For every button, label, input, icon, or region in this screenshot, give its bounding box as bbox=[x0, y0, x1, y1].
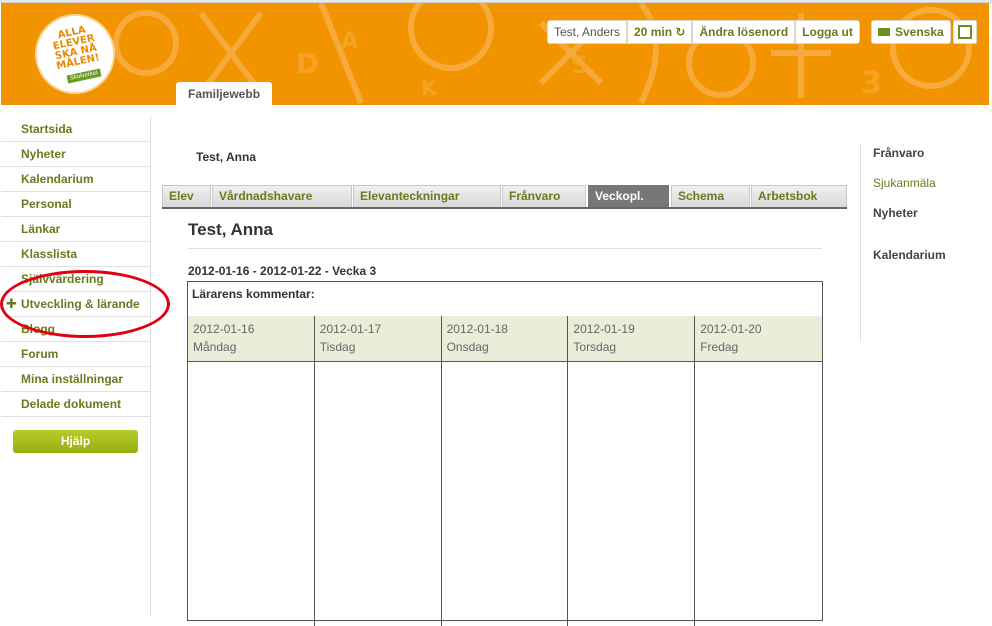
svg-text:S: S bbox=[571, 51, 588, 79]
tab-elev[interactable]: Elev bbox=[162, 185, 211, 207]
user-name-button[interactable]: Test, Anders bbox=[547, 20, 628, 44]
square-icon bbox=[958, 25, 972, 39]
day-column: 2012-01-18 Onsdag bbox=[441, 316, 569, 626]
language-label: Svenska bbox=[895, 25, 944, 39]
sidebar-item-startsida[interactable]: Startsida bbox=[1, 117, 150, 142]
page-title: Test, Anna bbox=[188, 220, 274, 239]
sidebar-item-label: Utveckling & lärande bbox=[21, 297, 140, 311]
svg-text:K: K bbox=[421, 76, 438, 100]
sidebar-item-kalendarium[interactable]: Kalendarium bbox=[1, 167, 150, 192]
logo[interactable]: ALLA ELEVER SKA NÅ MÅLEN! Skolverket bbox=[37, 16, 113, 92]
expand-plus-icon[interactable]: ✚ bbox=[6, 292, 17, 316]
day-name: Onsdag bbox=[446, 340, 489, 354]
header-letter-pattern: D A K S 5 3 Q bbox=[113, 3, 972, 105]
svg-text:3: 3 bbox=[861, 66, 882, 101]
day-column: 2012-01-16 Måndag bbox=[188, 316, 315, 626]
days-row: 2012-01-16 Måndag 2012-01-17 Tisdag 2012… bbox=[188, 316, 822, 626]
tab-veckoplanering[interactable]: Veckopl. bbox=[588, 185, 669, 207]
flag-icon bbox=[878, 28, 890, 36]
sidebar-item-utveckling-larande[interactable]: ✚ Utveckling & lärande bbox=[1, 292, 150, 317]
day-header: 2012-01-19 Torsdag bbox=[568, 316, 695, 362]
day-date: 2012-01-19 bbox=[573, 322, 635, 336]
title-divider bbox=[188, 248, 822, 249]
sidebar-item-klasslista[interactable]: Klasslista bbox=[1, 242, 150, 267]
logout-button[interactable]: Logga ut bbox=[795, 20, 860, 44]
sidebar-item-blogg[interactable]: Blogg bbox=[1, 317, 150, 342]
sidebar-item-nyheter[interactable]: Nyheter bbox=[1, 142, 150, 167]
student-tabs: Elev Vårdnadshavare Elevanteckningar Frå… bbox=[162, 185, 847, 209]
day-header: 2012-01-18 Onsdag bbox=[441, 316, 568, 362]
tab-familjewebb[interactable]: Familjewebb bbox=[176, 82, 273, 105]
tab-vardnadshavare[interactable]: Vårdnadshavare bbox=[212, 185, 352, 207]
day-date: 2012-01-17 bbox=[319, 322, 382, 336]
sidebar-item-delade-dokument[interactable]: Delade dokument bbox=[1, 392, 150, 417]
change-password-button[interactable]: Ändra lösenord bbox=[692, 20, 796, 44]
site-header: D A K S 5 3 Q ALLA ELEVER SKA NÅ MÅLEN! … bbox=[1, 3, 989, 105]
sidebar-item-personal[interactable]: Personal bbox=[1, 192, 150, 217]
svg-text:A: A bbox=[341, 29, 358, 54]
logo-badge: Skolverket bbox=[66, 68, 102, 84]
day-name: Måndag bbox=[193, 340, 237, 354]
logo-text: ALLA ELEVER SKA NÅ MÅLEN! bbox=[52, 24, 101, 73]
day-header: 2012-01-17 Tisdag bbox=[314, 316, 441, 362]
session-time-text: 20 min bbox=[634, 25, 673, 39]
day-column: 2012-01-20 Fredag bbox=[695, 316, 822, 626]
week-range-label: 2012-01-16 - 2012-01-22 - Vecka 3 bbox=[188, 264, 377, 278]
sidebar-item-lankar[interactable]: Länkar bbox=[1, 217, 150, 242]
svg-text:D: D bbox=[296, 47, 319, 80]
tab-franvaro[interactable]: Frånvaro bbox=[502, 185, 586, 207]
refresh-icon: ↻ bbox=[675, 25, 686, 39]
sidebar-item-forum[interactable]: Forum bbox=[1, 342, 150, 367]
day-date: 2012-01-20 bbox=[700, 322, 762, 336]
sidebar-item-mina-installningar[interactable]: Mina inställningar bbox=[1, 367, 150, 392]
sidebar-nav: Startsida Nyheter Kalendarium Personal L… bbox=[1, 117, 151, 616]
language-button[interactable]: Svenska bbox=[871, 20, 951, 44]
teacher-comment-label: Lärarens kommentar: bbox=[192, 287, 315, 301]
sidebar-item-sjalvvardering[interactable]: Självvärdering bbox=[1, 267, 150, 292]
day-name: Fredag bbox=[700, 340, 739, 354]
weekly-plan-table: Lärarens kommentar: 2012-01-16 Måndag 20… bbox=[187, 281, 823, 626]
tab-schema[interactable]: Schema bbox=[671, 185, 750, 207]
right-panel-franvaro-heading: Frånvaro bbox=[873, 146, 925, 160]
student-name-heading: Test, Anna bbox=[196, 150, 257, 164]
day-column: 2012-01-17 Tisdag bbox=[314, 316, 442, 626]
day-name: Torsdag bbox=[573, 340, 617, 354]
right-panel: Frånvaro Sjukanmäla Nyheter Kalendarium bbox=[860, 143, 990, 341]
day-name: Tisdag bbox=[319, 340, 356, 354]
fullscreen-toggle-button[interactable] bbox=[953, 20, 977, 44]
right-panel-kalendarium-heading: Kalendarium bbox=[873, 248, 946, 262]
day-header: 2012-01-20 Fredag bbox=[695, 316, 822, 362]
help-button[interactable]: Hjälp bbox=[13, 430, 138, 453]
sjukanmala-link[interactable]: Sjukanmäla bbox=[873, 176, 990, 190]
session-timer-button[interactable]: 20 min ↻ bbox=[627, 20, 693, 44]
tab-elevanteckningar[interactable]: Elevanteckningar bbox=[353, 185, 501, 207]
day-date: 2012-01-16 bbox=[193, 322, 255, 336]
day-header: 2012-01-16 Måndag bbox=[188, 316, 314, 362]
user-toolbar: Test, Anders 20 min ↻ Ändra lösenord Log… bbox=[547, 20, 860, 44]
right-panel-nyheter-heading: Nyheter bbox=[873, 206, 918, 220]
day-column: 2012-01-19 Torsdag bbox=[568, 316, 696, 626]
tab-arbetsbok[interactable]: Arbetsbok bbox=[751, 185, 847, 207]
day-date: 2012-01-18 bbox=[446, 322, 508, 336]
